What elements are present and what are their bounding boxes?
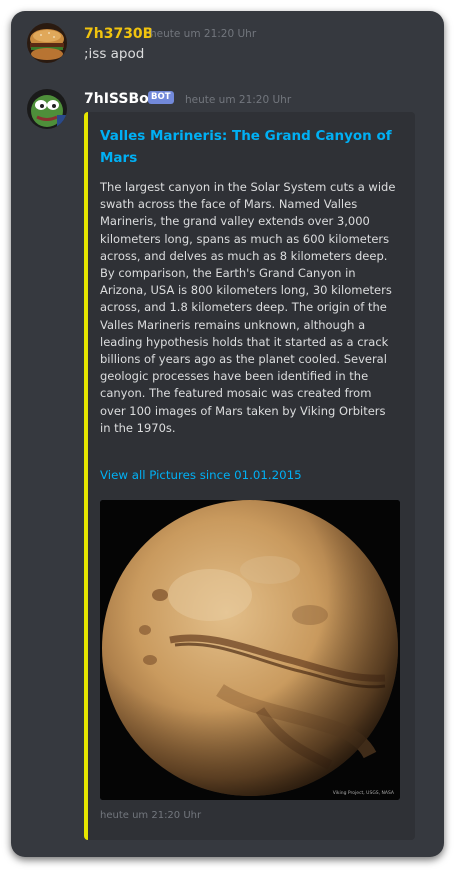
message-timestamp: heute um 21:20 Uhr <box>185 94 292 106</box>
message-bot: 7hISSBot BOT heute um 21:20 Uhr Valles M… <box>11 11 444 857</box>
chat-panel: 7h3730B heute um 21:20 Uhr ;iss apod 7hI… <box>11 11 444 857</box>
view-all-pictures-link[interactable]: View all Pictures since 01.01.2015 <box>100 467 302 484</box>
bot-badge: BOT <box>148 91 174 104</box>
embed-description: The largest canyon in the Solar System c… <box>100 180 396 435</box>
embed-footer-timestamp: heute um 21:20 Uhr <box>100 810 202 821</box>
embed-image-mars[interactable]: Viking Project, USGS, NASA <box>100 500 400 800</box>
embed-title-link[interactable]: Valles Marineris: The Grand Canyon of Ma… <box>100 125 400 169</box>
mars-globe-image <box>100 500 400 800</box>
image-credit: Viking Project, USGS, NASA <box>332 791 394 796</box>
bot-avatar[interactable] <box>27 89 67 129</box>
username[interactable]: 7hISSBot <box>84 90 155 108</box>
apod-embed: Valles Marineris: The Grand Canyon of Ma… <box>84 112 415 840</box>
frog-avatar-image <box>27 89 67 129</box>
